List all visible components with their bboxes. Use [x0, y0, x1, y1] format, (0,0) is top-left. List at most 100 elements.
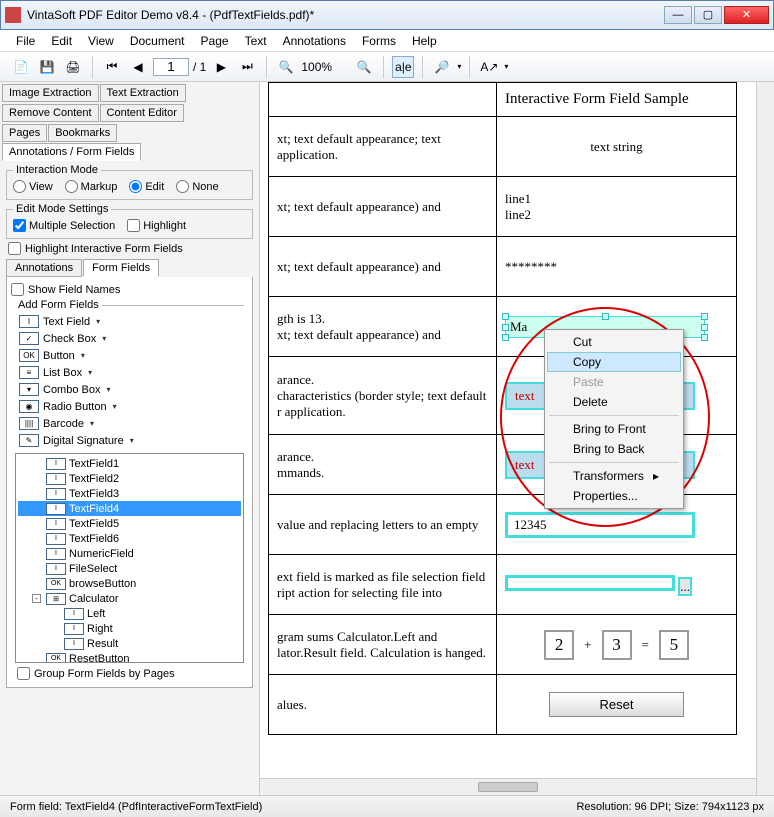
edit-mode-legend: Edit Mode Settings: [13, 203, 111, 215]
chk-group-by-pages[interactable]: Group Form Fields by Pages: [17, 667, 242, 680]
tree-item-group[interactable]: -⊞Calculator: [18, 591, 241, 606]
add-check-box[interactable]: ✓Check Box▾: [15, 330, 244, 347]
reset-button[interactable]: Reset: [549, 692, 685, 717]
vertical-scrollbar[interactable]: [756, 82, 774, 795]
tree-item-selected[interactable]: ITextField4: [18, 501, 241, 516]
menu-view[interactable]: View: [88, 34, 114, 48]
menu-help[interactable]: Help: [412, 34, 437, 48]
nav-next-icon[interactable]: ▶: [210, 56, 232, 78]
add-button[interactable]: OKButton▾: [15, 347, 244, 364]
close-button[interactable]: ✕: [724, 6, 769, 24]
cell-desc: alues.: [269, 675, 497, 735]
browse-button[interactable]: ...: [678, 577, 692, 596]
zoom-out-icon[interactable]: 🔍: [275, 56, 297, 78]
collapse-icon[interactable]: -: [32, 594, 41, 603]
new-icon[interactable]: 📄: [10, 56, 32, 78]
page-input[interactable]: [153, 58, 189, 76]
radio-edit[interactable]: Edit: [129, 180, 164, 193]
add-radio-button[interactable]: ◉Radio Button▾: [15, 398, 244, 415]
chk-highlight[interactable]: Highlight: [127, 219, 186, 232]
chk-multiple-selection[interactable]: Multiple Selection: [13, 219, 115, 232]
tab-remove-content[interactable]: Remove Content: [2, 104, 99, 122]
cell-desc: value and replacing letters to an empty: [269, 495, 497, 555]
ctx-bring-front[interactable]: Bring to Front: [547, 419, 681, 439]
toolbar: 📄 💾 🖨 ⏮ ◀ / 1 ▶ ⏭ 🔍 100% 🔍 a|e 🔎 ▾ A↗ ▾: [0, 52, 774, 82]
cell-value[interactable]: ...: [497, 555, 737, 615]
tree-item[interactable]: IRight: [18, 621, 241, 636]
horizontal-scrollbar[interactable]: [260, 778, 756, 795]
tree-item[interactable]: ITextField1: [18, 456, 241, 471]
nav-first-icon[interactable]: ⏮: [101, 56, 123, 78]
subtab-annotations[interactable]: Annotations: [6, 259, 82, 277]
tree-item[interactable]: OKResetButton: [18, 651, 241, 663]
zoom-in-icon[interactable]: 🔍: [353, 56, 375, 78]
search-icon[interactable]: 🔎: [431, 56, 453, 78]
add-digital-signature[interactable]: ✎Digital Signature▾: [15, 432, 244, 449]
interaction-mode-group: Interaction Mode View Markup Edit None: [6, 164, 253, 200]
add-barcode[interactable]: ||||Barcode▾: [15, 415, 244, 432]
tree-item[interactable]: ITextField3: [18, 486, 241, 501]
interaction-mode-legend: Interaction Mode: [13, 164, 101, 176]
tab-annotations-fields[interactable]: Annotations / Form Fields: [2, 143, 141, 161]
tree-item[interactable]: INumericField: [18, 546, 241, 561]
tree-item[interactable]: ITextField5: [18, 516, 241, 531]
ctx-paste: Paste: [547, 372, 681, 392]
field-tree[interactable]: ITextField1 ITextField2 ITextField3 ITex…: [15, 453, 244, 663]
tree-item[interactable]: OKbrowseButton: [18, 576, 241, 591]
save-icon[interactable]: 💾: [36, 56, 58, 78]
tree-item[interactable]: IResult: [18, 636, 241, 651]
tab-pages[interactable]: Pages: [2, 124, 47, 142]
search-dropdown-icon[interactable]: ▾: [457, 62, 461, 71]
radio-markup[interactable]: Markup: [65, 180, 118, 193]
calc-right[interactable]: 3: [602, 630, 632, 660]
extract-text-icon[interactable]: A↗: [478, 56, 500, 78]
tab-content-editor[interactable]: Content Editor: [100, 104, 184, 122]
menu-annotations[interactable]: Annotations: [283, 34, 346, 48]
cell-value: text string: [497, 117, 737, 177]
menu-file[interactable]: File: [16, 34, 35, 48]
tree-item[interactable]: IFileSelect: [18, 561, 241, 576]
tree-item[interactable]: ITextField2: [18, 471, 241, 486]
add-fields-legend: Add Form Fields: [15, 299, 102, 311]
calc-left[interactable]: 2: [544, 630, 574, 660]
tree-item[interactable]: ILeft: [18, 606, 241, 621]
menu-edit[interactable]: Edit: [51, 34, 72, 48]
print-icon[interactable]: 🖨: [62, 56, 84, 78]
app-icon: [5, 7, 21, 23]
tab-bookmarks[interactable]: Bookmarks: [48, 124, 117, 142]
ctx-cut[interactable]: Cut: [547, 332, 681, 352]
add-combo-box[interactable]: ▾Combo Box▾: [15, 381, 244, 398]
menu-forms[interactable]: Forms: [362, 34, 396, 48]
text-tool-icon[interactable]: a|e: [392, 56, 414, 78]
menu-document[interactable]: Document: [130, 34, 185, 48]
maximize-button[interactable]: ▢: [694, 6, 722, 24]
ctx-delete[interactable]: Delete: [547, 392, 681, 412]
zoom-value[interactable]: 100%: [301, 60, 349, 74]
ctx-copy[interactable]: Copy: [547, 352, 681, 372]
ctx-transformers[interactable]: Transformers▸: [547, 466, 681, 486]
window-title: VintaSoft PDF Editor Demo v8.4 - (PdfTex…: [27, 8, 664, 22]
subtab-form-fields[interactable]: Form Fields: [83, 259, 159, 277]
extract-dropdown-icon[interactable]: ▾: [504, 62, 508, 71]
radio-view[interactable]: View: [13, 180, 53, 193]
nav-prev-icon[interactable]: ◀: [127, 56, 149, 78]
minimize-button[interactable]: —: [664, 6, 692, 24]
chk-highlight-fields[interactable]: Highlight Interactive Form Fields: [8, 242, 251, 255]
ctx-bring-back[interactable]: Bring to Back: [547, 439, 681, 459]
add-text-field[interactable]: IText Field▾: [15, 313, 244, 330]
menu-page[interactable]: Page: [201, 34, 229, 48]
document-view[interactable]: Interactive Form Field Sample xt; text d…: [260, 82, 756, 795]
tab-text-extraction[interactable]: Text Extraction: [100, 84, 186, 102]
radio-none[interactable]: None: [176, 180, 218, 193]
side-panel: Image Extraction Text Extraction Remove …: [0, 82, 260, 795]
cell-desc: gram sums Calculator.Left and lator.Resu…: [269, 615, 497, 675]
window-titlebar: VintaSoft PDF Editor Demo v8.4 - (PdfTex…: [0, 0, 774, 30]
nav-last-icon[interactable]: ⏭: [236, 56, 258, 78]
ctx-properties[interactable]: Properties...: [547, 486, 681, 506]
cell-value: line1 line2: [497, 177, 737, 237]
chk-show-field-names[interactable]: Show Field Names: [11, 283, 248, 296]
tree-item[interactable]: ITextField6: [18, 531, 241, 546]
tab-image-extraction[interactable]: Image Extraction: [2, 84, 99, 102]
menu-text[interactable]: Text: [245, 34, 267, 48]
add-list-box[interactable]: ≡List Box▾: [15, 364, 244, 381]
